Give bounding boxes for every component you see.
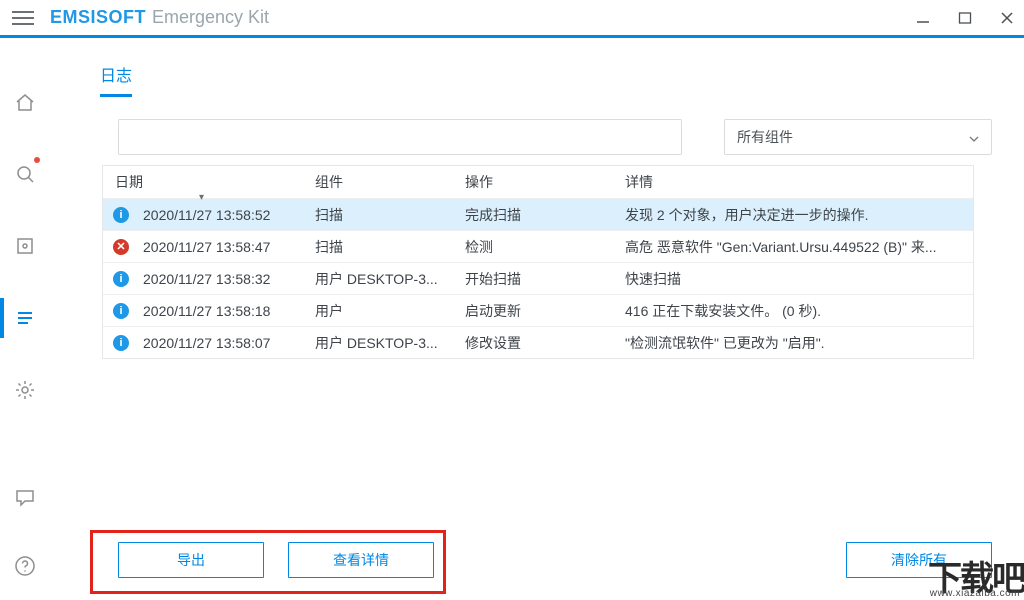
- cell-date: 2020/11/27 13:58:52: [139, 207, 270, 223]
- component-filter-value: 所有组件: [737, 127, 793, 147]
- cell-component: 用户 DESKTOP-3...: [311, 269, 461, 289]
- table-row[interactable]: i 2020/11/27 13:58:18 用户启动更新416 正在下载安装文件。 …: [103, 294, 973, 326]
- minimize-button[interactable]: [914, 9, 932, 27]
- brand-strong: EMSISOFT: [50, 7, 146, 28]
- cell-date: 2020/11/27 13:58:47: [139, 239, 270, 255]
- table-row[interactable]: i 2020/11/27 13:58:07 用户 DESKTOP-3...修改设置"…: [103, 326, 973, 358]
- cell-action: 修改设置: [461, 333, 621, 353]
- cell-action: 检测: [461, 237, 621, 257]
- info-icon: i: [113, 207, 129, 223]
- close-button[interactable]: [998, 9, 1016, 27]
- menu-button[interactable]: [12, 7, 34, 29]
- nav-help[interactable]: [0, 550, 50, 582]
- cell-component: 用户: [311, 301, 461, 321]
- log-table: 日期 组件 操作 详情 ▾ i 2020/11/27 13:58:52 扫描完成扫描…: [102, 165, 974, 359]
- nav-logs[interactable]: [0, 302, 50, 334]
- cell-detail: "检测流氓软件" 已更改为 "启用".: [621, 333, 965, 353]
- cell-date: 2020/11/27 13:58:32: [139, 271, 270, 287]
- sort-indicator-icon: ▾: [199, 192, 204, 203]
- search-input[interactable]: [118, 119, 682, 155]
- cell-action: 开始扫描: [461, 269, 621, 289]
- alert-dot-icon: [34, 157, 40, 163]
- cell-component: 用户 DESKTOP-3...: [311, 333, 461, 353]
- tab-label: 日志: [100, 62, 132, 96]
- cell-date: 2020/11/27 13:58:07: [139, 335, 270, 351]
- clear-all-button[interactable]: 清除所有: [846, 542, 992, 578]
- nav-scan[interactable]: [0, 158, 50, 190]
- cell-detail: 发现 2 个对象，用户决定进一步的操作.: [621, 205, 965, 225]
- component-filter-select[interactable]: 所有组件: [724, 119, 992, 155]
- tab-logs[interactable]: 日志: [100, 62, 992, 97]
- info-icon: i: [113, 271, 129, 287]
- table-row[interactable]: i 2020/11/27 13:58:52 扫描完成扫描发现 2 个对象，用户决定进…: [103, 198, 973, 230]
- view-details-button[interactable]: 查看详情: [288, 542, 434, 578]
- col-detail[interactable]: 详情: [621, 172, 965, 192]
- cell-component: 扫描: [311, 237, 461, 257]
- info-icon: i: [113, 335, 129, 351]
- nav-feedback[interactable]: [0, 482, 50, 514]
- table-row[interactable]: i 2020/11/27 13:58:32 用户 DESKTOP-3...开始扫描快…: [103, 262, 973, 294]
- maximize-button[interactable]: [956, 9, 974, 27]
- info-icon: i: [113, 303, 129, 319]
- chevron-down-icon: [969, 129, 979, 145]
- error-icon: ✕: [113, 239, 129, 255]
- nav-quarantine[interactable]: [0, 230, 50, 262]
- nav-home[interactable]: [0, 86, 50, 118]
- cell-component: 扫描: [311, 205, 461, 225]
- cell-detail: 416 正在下载安装文件。 (0 秒).: [621, 301, 965, 321]
- table-row[interactable]: ✕ 2020/11/27 13:58:47 扫描检测高危 恶意软件 "Gen:Var…: [103, 230, 973, 262]
- export-button[interactable]: 导出: [118, 542, 264, 578]
- cell-action: 完成扫描: [461, 205, 621, 225]
- table-header[interactable]: 日期 组件 操作 详情 ▾: [103, 166, 973, 198]
- col-action[interactable]: 操作: [461, 172, 621, 192]
- cell-action: 启动更新: [461, 301, 621, 321]
- col-date[interactable]: 日期: [111, 172, 311, 192]
- nav-settings[interactable]: [0, 374, 50, 406]
- brand-light: Emergency Kit: [152, 7, 269, 28]
- col-component[interactable]: 组件: [311, 172, 461, 192]
- cell-detail: 高危 恶意软件 "Gen:Variant.Ursu.449522 (B)" 来.…: [621, 237, 965, 257]
- cell-date: 2020/11/27 13:58:18: [139, 303, 270, 319]
- cell-detail: 快速扫描: [621, 269, 965, 289]
